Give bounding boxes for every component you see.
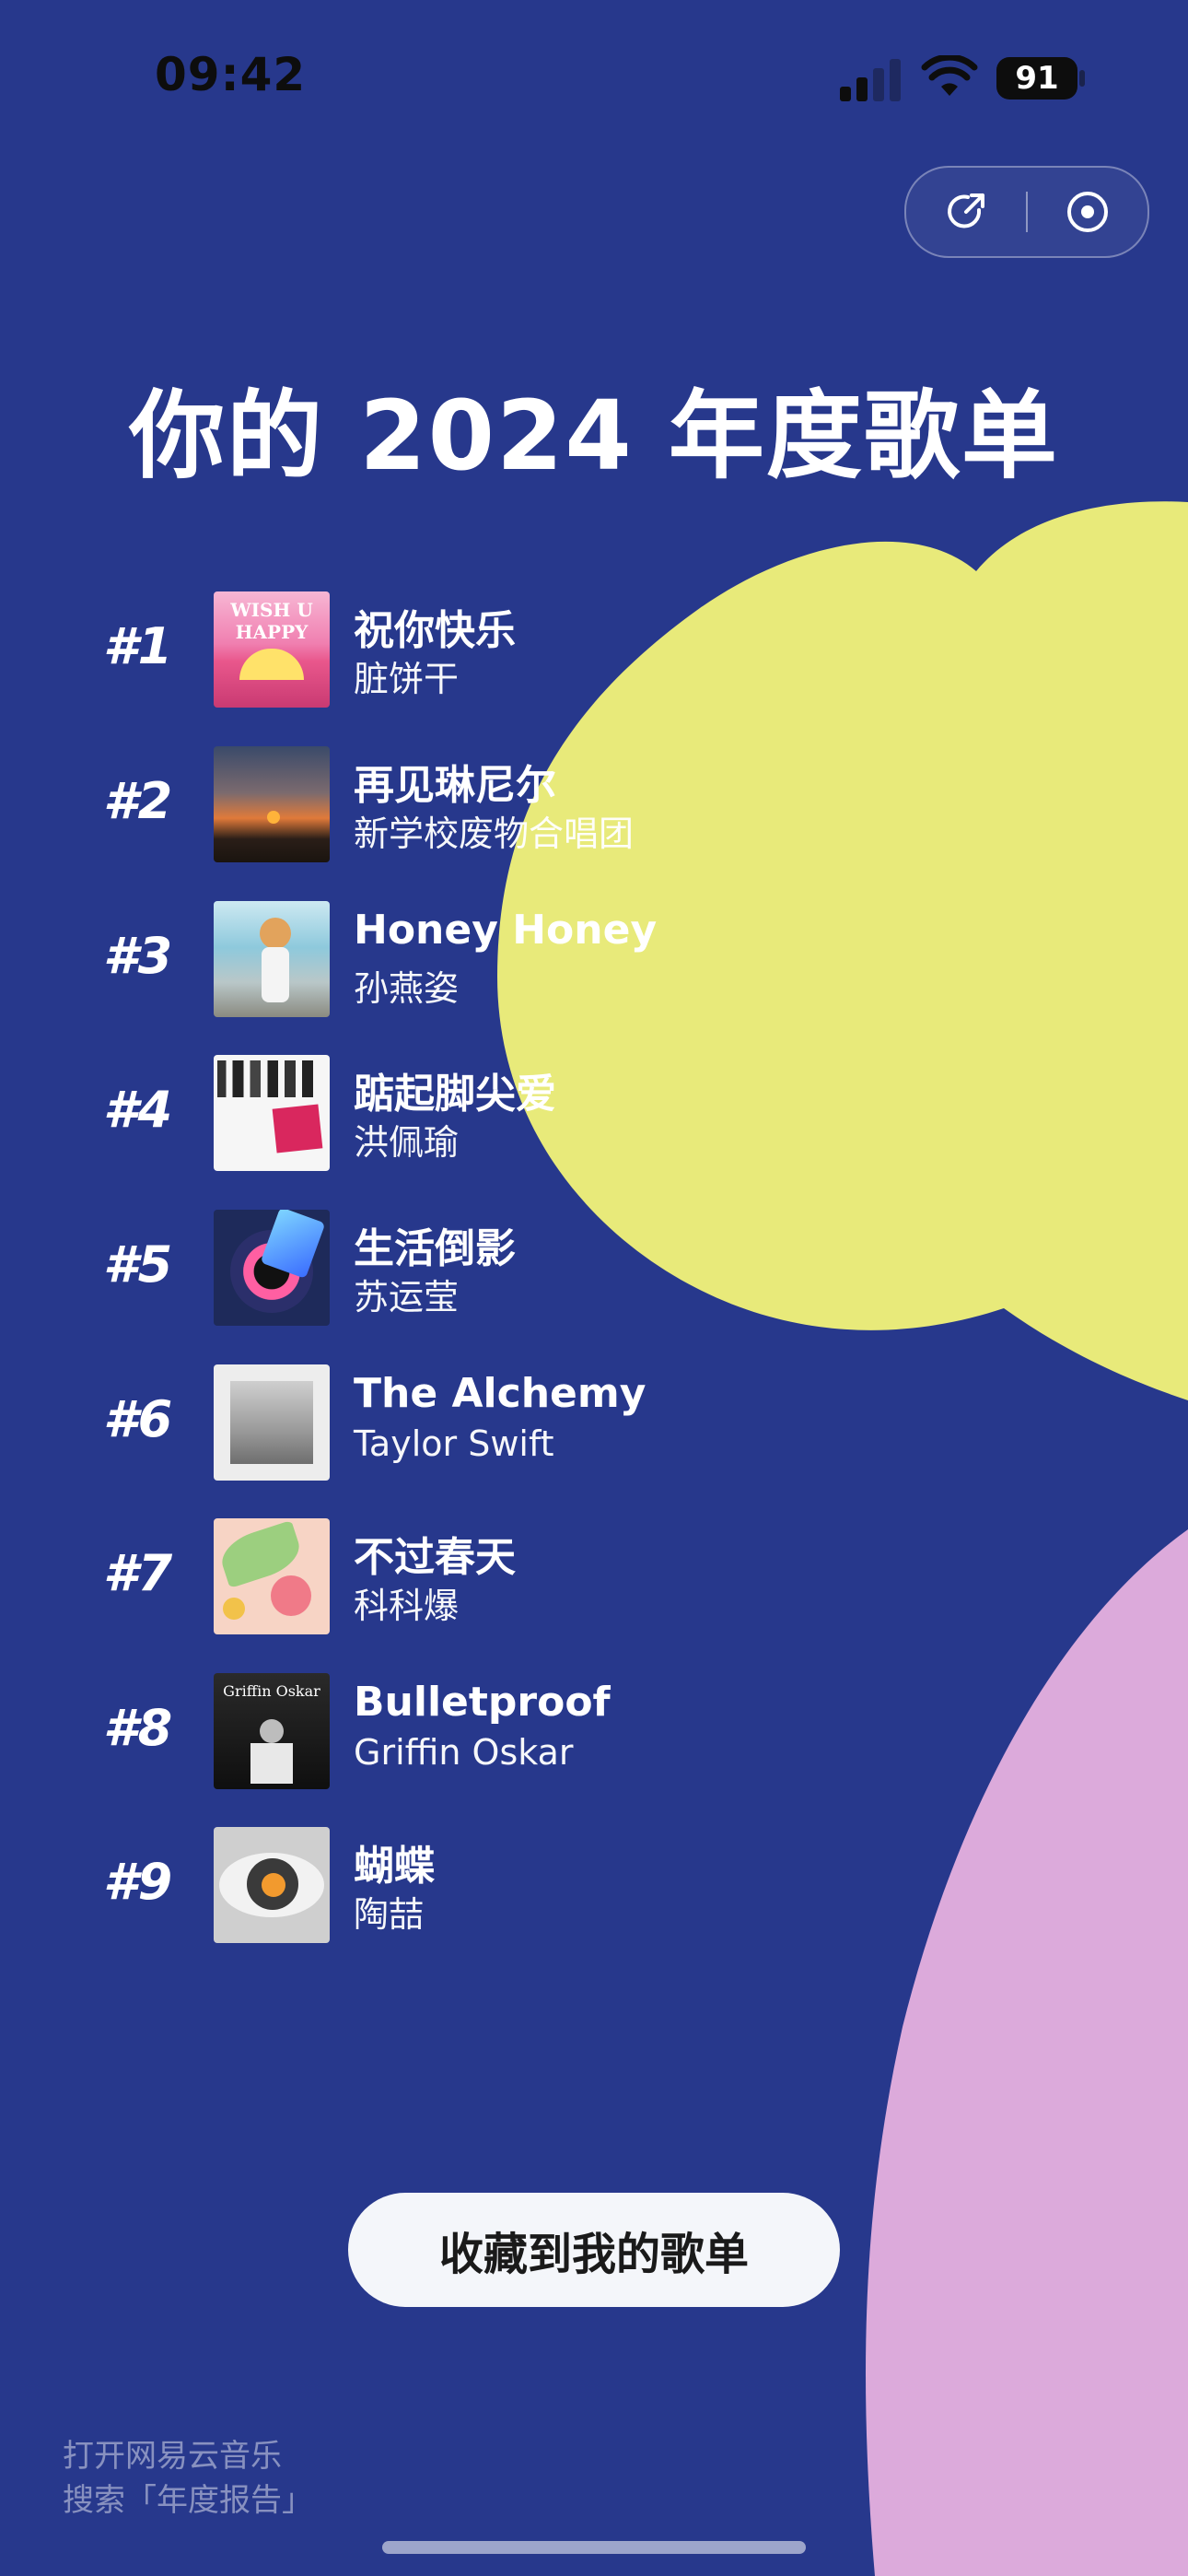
home-indicator[interactable] [382, 2541, 806, 2554]
song-artist: 孙燕姿 [354, 968, 460, 1009]
song-row[interactable]: #7 不过春天 科科爆 [0, 1516, 1188, 1634]
album-cover [214, 1055, 330, 1171]
album-cover [214, 1518, 330, 1634]
song-row[interactable]: #4 踮起脚尖爱 洪佩瑜 [0, 1053, 1188, 1171]
song-rank: #8 [103, 1699, 173, 1757]
song-rank: #9 [103, 1853, 173, 1911]
album-cover [214, 1210, 330, 1326]
song-title: 再见琳尼尔 [354, 762, 556, 809]
album-cover [214, 1827, 330, 1943]
song-artist: 陶喆 [354, 1894, 425, 1935]
page-title: 你的 2024 年度歌单 [129, 380, 1059, 492]
battery-tip [1079, 70, 1085, 87]
album-cover [214, 1364, 330, 1481]
song-title: 蝴蝶 [354, 1843, 435, 1890]
footer-line-2: 搜索「年度报告」 [63, 2482, 313, 2519]
song-title: 不过春天 [354, 1534, 516, 1581]
album-cover [214, 746, 330, 862]
battery-level: 91 [1015, 60, 1059, 97]
save-to-my-playlist-button[interactable]: 收藏到我的歌单 [348, 2193, 840, 2307]
song-artist: 科科爆 [354, 1586, 460, 1626]
status-time: 09:42 [155, 48, 307, 101]
status-bar: 09:42 91 [0, 0, 1188, 166]
song-artist: 洪佩瑜 [354, 1122, 460, 1163]
song-artist: 苏运莹 [354, 1277, 460, 1317]
song-title: Honey Honey [354, 907, 658, 954]
album-cover: Griffin Oskar [214, 1673, 330, 1789]
album-cover: WISH U HAPPY [214, 591, 330, 708]
song-title: 祝你快乐 [354, 607, 516, 654]
song-rank: #5 [103, 1235, 173, 1294]
song-rank: #3 [103, 927, 173, 985]
footer-line-1: 打开网易云音乐 [63, 2438, 282, 2475]
song-title: 踮起脚尖爱 [354, 1071, 556, 1118]
song-title: The Alchemy [354, 1370, 646, 1417]
album-cover [214, 901, 330, 1017]
signal-icon [840, 59, 904, 101]
song-row[interactable]: #9 蝴蝶 陶喆 [0, 1825, 1188, 1943]
song-row[interactable]: #2 再见琳尼尔 新学校废物合唱团 [0, 744, 1188, 862]
song-title: Bulletproof [354, 1679, 611, 1726]
song-rank: #2 [103, 772, 173, 830]
share-button[interactable] [906, 168, 1026, 256]
song-row[interactable]: #6 The Alchemy Taylor Swift [0, 1363, 1188, 1481]
wifi-icon [921, 55, 978, 96]
cover-text: WISH U HAPPY [230, 599, 313, 643]
song-artist: Taylor Swift [354, 1423, 554, 1464]
battery-icon: 91 [996, 57, 1077, 100]
song-row[interactable]: #1 WISH U HAPPY 祝你快乐 脏饼干 [0, 590, 1188, 708]
song-artist: 脏饼干 [354, 659, 460, 699]
song-rank: #4 [103, 1081, 173, 1139]
song-artist: 新学校废物合唱团 [354, 814, 635, 854]
song-rank: #6 [103, 1390, 173, 1448]
record-circle-icon [1067, 192, 1108, 232]
share-arrow-icon [948, 193, 984, 228]
close-button[interactable] [1028, 168, 1147, 256]
song-rank: #1 [103, 617, 173, 675]
footer-hint: 打开网易云音乐 搜索「年度报告」 [63, 2434, 313, 2523]
song-row[interactable]: #3 Honey Honey 孙燕姿 [0, 899, 1188, 1017]
song-row[interactable]: #5 生活倒影 苏运莹 [0, 1208, 1188, 1326]
cover-text: Griffin Oskar [223, 1682, 320, 1700]
song-rank: #7 [103, 1544, 173, 1602]
song-row[interactable]: #8 Griffin Oskar Bulletproof Griffin Osk… [0, 1671, 1188, 1789]
song-artist: Griffin Oskar [354, 1732, 574, 1773]
song-title: 生活倒影 [354, 1225, 516, 1272]
mini-program-capsule [904, 166, 1149, 258]
